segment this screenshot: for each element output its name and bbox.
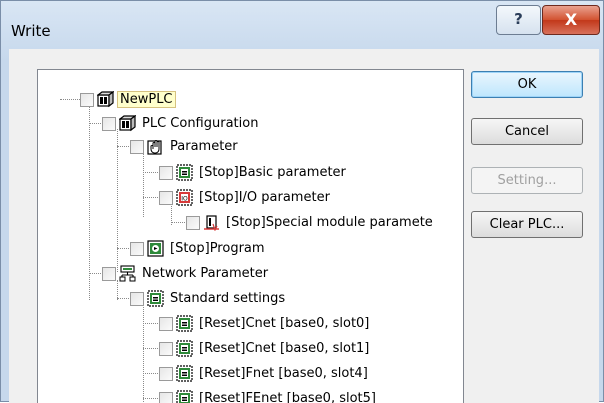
tree-line: [89, 123, 103, 124]
tree-item-parameter[interactable]: Parameter: [130, 135, 238, 158]
tree-line: [117, 248, 131, 249]
tree-item-basic-parameter[interactable]: [Stop]Basic parameter: [159, 161, 346, 184]
network-icon: [118, 265, 137, 282]
checkbox[interactable]: [159, 317, 173, 331]
svg-text:IO: IO: [181, 196, 188, 203]
tree-line: [143, 398, 160, 399]
project-tree[interactable]: NewPLC PLC Configuration Parameter: [37, 69, 464, 403]
close-button[interactable]: X: [542, 5, 600, 35]
tree-item-label: [Stop]Program: [170, 241, 265, 256]
tree-item-label: Network Parameter: [142, 266, 268, 281]
hand-icon: [146, 138, 165, 155]
tree-item-io-parameter[interactable]: IO [Stop]I/O parameter: [159, 186, 330, 209]
checkbox[interactable]: [186, 216, 200, 230]
tree-item-label: PLC Configuration: [142, 116, 258, 131]
checkbox[interactable]: [130, 140, 144, 154]
tree-item-label: [Reset]Cnet [base0, slot0]: [199, 316, 369, 331]
ok-button[interactable]: OK: [471, 71, 583, 98]
tree-item-label: Standard settings: [170, 291, 285, 306]
checkbox[interactable]: [159, 342, 173, 356]
tree-item-label: Parameter: [170, 139, 238, 154]
checkbox[interactable]: [102, 117, 116, 131]
checkbox[interactable]: [159, 392, 173, 403]
checkbox[interactable]: [159, 367, 173, 381]
tree-item-cnet-slot1[interactable]: [Reset]Cnet [base0, slot1]: [159, 337, 369, 360]
tree-line: [143, 323, 160, 324]
tree-line: [143, 197, 160, 198]
checkbox[interactable]: [102, 267, 116, 281]
tree-item-newplc[interactable]: NewPLC: [80, 88, 176, 111]
tree-item-label: [Stop]Special module paramete: [226, 215, 433, 230]
checkbox[interactable]: [130, 292, 144, 306]
checkbox[interactable]: [80, 93, 94, 107]
tree-item-cnet-slot0[interactable]: [Reset]Cnet [base0, slot0]: [159, 312, 369, 335]
tree-line: [143, 172, 160, 173]
io-parameter-icon: IO: [175, 189, 194, 206]
tree-line: [117, 129, 118, 272]
parameter-icon: [175, 390, 194, 403]
tree-item-program[interactable]: [Stop]Program: [130, 237, 265, 260]
tree-line: [117, 298, 131, 299]
help-button[interactable]: ?: [496, 5, 541, 35]
program-icon: [146, 240, 165, 257]
parameter-icon: [175, 315, 194, 332]
parameter-icon: [175, 340, 194, 357]
tree-line: [89, 106, 90, 300]
tree-item-label: NewPLC: [117, 91, 176, 108]
tree-item-fnet-slot4[interactable]: [Reset]Fnet [base0, slot4]: [159, 362, 368, 385]
tree-item-fenet-slot5[interactable]: [Reset]FEnet [base0, slot5]: [159, 387, 376, 403]
dialog-body: NewPLC PLC Configuration Parameter: [9, 49, 599, 403]
tree-item-plc-configuration[interactable]: PLC Configuration: [102, 112, 258, 135]
tree-line: [143, 348, 160, 349]
checkbox[interactable]: [159, 166, 173, 180]
checkbox[interactable]: [159, 191, 173, 205]
parameter-icon: [146, 290, 165, 307]
tree-line: [117, 146, 131, 147]
tree-line: [171, 222, 187, 223]
tree-item-label: [Stop]Basic parameter: [199, 165, 346, 180]
dialog-title: Write: [11, 22, 51, 40]
plc-icon: [96, 91, 115, 108]
tree-item-special-module-parameter[interactable]: [Stop]Special module paramete: [186, 211, 433, 234]
parameter-icon: [175, 164, 194, 181]
tree-item-standard-settings[interactable]: Standard settings: [130, 287, 285, 310]
cancel-button[interactable]: Cancel: [471, 118, 583, 145]
special-module-icon: [202, 214, 221, 231]
tree-item-network-parameter[interactable]: Network Parameter: [102, 262, 268, 285]
tree-line: [143, 305, 144, 403]
tree-line: [143, 373, 160, 374]
setting-button[interactable]: Setting...: [471, 167, 583, 194]
parameter-icon: [175, 365, 194, 382]
tree-item-label: [Reset]FEnet [base0, slot5]: [199, 391, 376, 403]
tree-line: [60, 99, 80, 100]
tree-line: [89, 273, 103, 274]
plc-icon: [118, 115, 137, 132]
tree-item-label: [Reset]Cnet [base0, slot1]: [199, 341, 369, 356]
clear-plc-button[interactable]: Clear PLC...: [471, 211, 583, 238]
title-bar[interactable]: Write ? X: [1, 1, 603, 49]
tree-line: [143, 153, 144, 217]
checkbox[interactable]: [130, 242, 144, 256]
write-dialog: Write ? X: [0, 0, 604, 402]
tree-item-label: [Reset]Fnet [base0, slot4]: [199, 366, 368, 381]
tree-item-label: [Stop]I/O parameter: [199, 190, 330, 205]
